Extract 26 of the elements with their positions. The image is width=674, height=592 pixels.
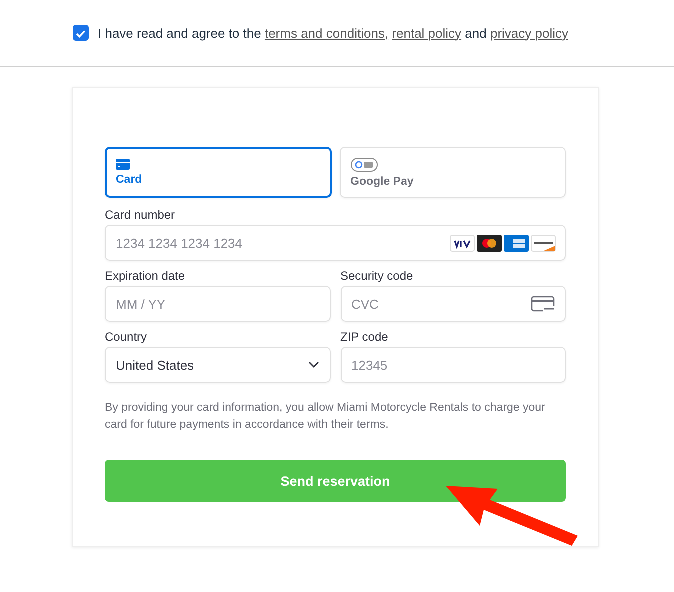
cvc-card-icon <box>531 296 556 313</box>
payment-tab[interactable]: Google Pay <box>340 147 566 198</box>
input-field[interactable]: MM / YY <box>105 286 330 322</box>
input-field[interactable]: 12345 <box>340 347 566 383</box>
payment-tab[interactable]: Card <box>105 147 332 198</box>
field-label: Card number <box>105 208 176 222</box>
field-label: ZIP code <box>340 330 390 344</box>
discover-card-icon <box>531 235 556 252</box>
checkbox[interactable] <box>73 25 89 41</box>
visa-card-icon <box>450 235 475 252</box>
input-field[interactable]: 1234 1234 1234 1234 <box>105 225 566 261</box>
card-icon <box>116 159 130 170</box>
field-label: Expiration date <box>105 269 186 283</box>
consent-text: I have read and agree to the terms and conditions, rental policy and privacy policy <box>98 26 568 40</box>
policy-link[interactable]: rental policy <box>392 26 462 40</box>
field-label: Security code <box>340 269 414 283</box>
chevron-down-icon <box>308 361 320 369</box>
terms-notice: By providing your card information, you allow Miami Motorcycle Rentals to charge your card for future payments in accordance with their terms. <box>105 401 546 433</box>
policy-link[interactable]: privacy policy <box>490 26 568 40</box>
field-label: Country <box>105 330 148 344</box>
policy-link[interactable]: terms and conditions, <box>264 26 389 40</box>
amex-card-icon <box>504 235 529 252</box>
mastercard-icon <box>477 235 502 252</box>
input-field[interactable]: CVC <box>340 286 566 322</box>
gpay-icon <box>350 158 378 172</box>
country-select[interactable]: United States <box>105 347 330 383</box>
